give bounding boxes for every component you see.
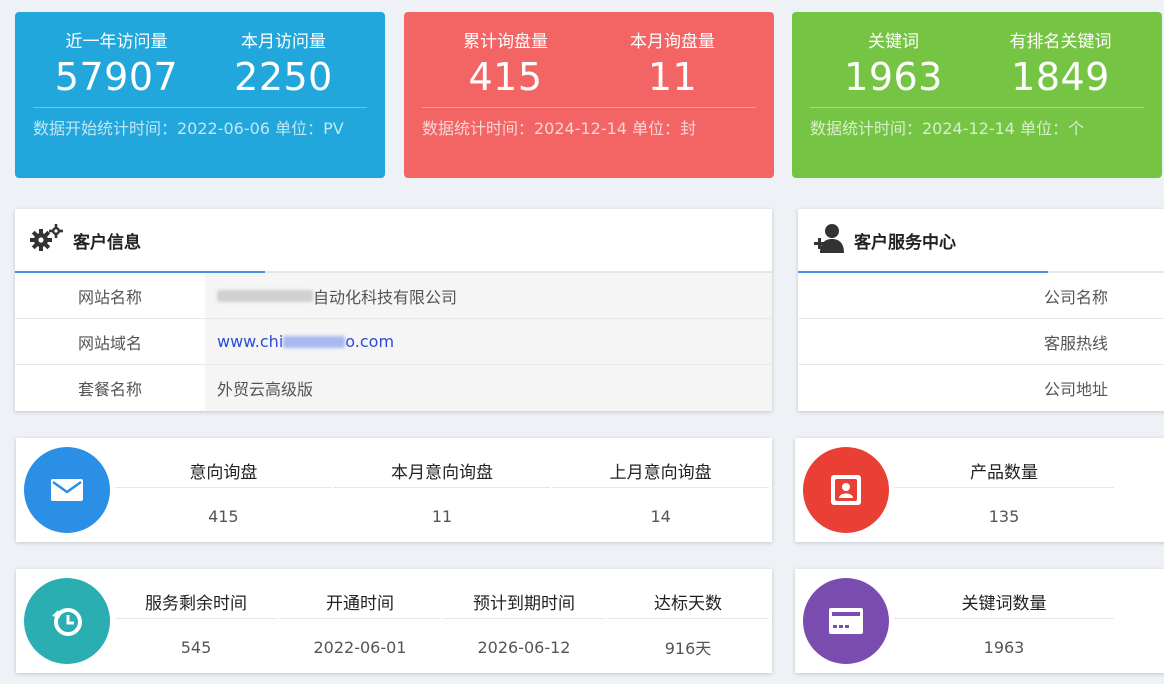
stat-label: 有排名关键词 <box>1009 32 1112 52</box>
stat-month-inquiries: 本月询盘量 11 <box>589 28 756 107</box>
credit-card-icon <box>803 578 889 664</box>
customer-info-panel: 客户信息 网站名称 自动化科技有限公司 网站域名 www.chi o.com 套… <box>15 209 772 411</box>
metric-last-month-intent: 上月意向询盘 14 <box>552 438 770 542</box>
metric-open-date: 开通时间 2022-06-01 <box>279 569 441 673</box>
keyword-metrics-card: 关键词数量 1963 <box>795 569 1164 673</box>
stat-keywords: 关键词 1963 <box>810 28 977 107</box>
svc-key: 公司名称 <box>1043 287 1108 307</box>
metric-value: 11 <box>431 506 453 526</box>
info-key: 网站名称 <box>77 287 142 307</box>
stat-label: 本月访问量 <box>241 32 326 52</box>
stat-month-visits: 本月访问量 2250 <box>200 28 367 107</box>
metric-value: 545 <box>180 637 212 657</box>
stat-label: 关键词 <box>868 32 919 52</box>
stat-card-keywords: 关键词 1963 有排名关键词 1849 数据统计时间：2024-12-14 单… <box>792 12 1162 178</box>
metric-label: 关键词数量 <box>894 569 1114 619</box>
info-value: 自动化科技有限公司 <box>205 273 772 318</box>
metric-label: 服务剩余时间 <box>115 569 277 619</box>
svc-key: 客服热线 <box>1043 333 1108 353</box>
info-value: 外贸云高级版 <box>205 365 772 411</box>
stat-year-visits: 近一年访问量 57907 <box>33 28 200 107</box>
envelope-icon <box>24 447 110 533</box>
metric-qualified-days: 达标天数 916天 <box>607 569 769 673</box>
info-row-package: 套餐名称 外贸云高级版 <box>15 365 772 411</box>
tab-underline <box>15 271 265 273</box>
metric-value: 2022-06-01 <box>313 637 407 657</box>
stat-value: 11 <box>647 55 698 99</box>
stat-card-inquiries: 累计询盘量 415 本月询盘量 11 数据统计时间：2024-12-14 单位：… <box>404 12 774 178</box>
domain-prefix: www.chi <box>217 332 284 351</box>
stat-label: 累计询盘量 <box>463 32 548 52</box>
svc-row-address: 公司地址 <box>798 365 1164 411</box>
stat-value: 415 <box>468 55 543 99</box>
redacted-text <box>217 289 313 302</box>
svc-key: 公司地址 <box>1043 380 1108 399</box>
metric-label: 上月意向询盘 <box>552 438 770 488</box>
stat-label: 本月询盘量 <box>630 32 715 52</box>
svc-row-company: 公司名称 <box>798 273 1164 319</box>
stat-label: 近一年访问量 <box>65 32 168 52</box>
metric-label: 意向询盘 <box>115 438 332 488</box>
info-row-site-name: 网站名称 自动化科技有限公司 <box>15 273 772 319</box>
metric-value: 415 <box>208 506 239 526</box>
add-user-icon <box>812 223 846 257</box>
metric-label: 产品数量 <box>894 438 1114 488</box>
tab-underline <box>798 271 1048 273</box>
svc-row-hotline: 客服热线 <box>798 319 1164 365</box>
stat-value: 2250 <box>234 55 333 99</box>
redacted-text <box>283 335 346 348</box>
product-metrics-card: 产品数量 135 <box>795 438 1164 542</box>
service-center-panel: 客户服务中心 公司名称 客服热线 公司地址 <box>798 209 1164 411</box>
service-metrics-card: 服务剩余时间 545 开通时间 2022-06-01 预计到期时间 2026-0… <box>16 569 772 673</box>
metric-label: 预计到期时间 <box>443 569 605 619</box>
stat-value: 1963 <box>844 55 943 99</box>
metric-keyword-count: 关键词数量 1963 <box>894 569 1114 673</box>
panel-title: 客户服务中心 <box>854 232 956 253</box>
metric-month-intent: 本月意向询盘 11 <box>333 438 551 542</box>
inquiry-metrics-card: 意向询盘 415 本月意向询盘 11 上月意向询盘 14 <box>16 438 772 542</box>
info-row-domain: 网站域名 www.chi o.com <box>15 319 772 365</box>
info-key: 套餐名称 <box>77 380 142 399</box>
stat-note: 数据统计时间：2024-12-14 单位：封 <box>422 119 697 138</box>
stat-card-visits: 近一年访问量 57907 本月访问量 2250 数据开始统计时间：2022-06… <box>15 12 385 178</box>
panel-title: 客户信息 <box>73 232 141 253</box>
stat-value: 57907 <box>54 55 179 99</box>
history-clock-icon <box>24 578 110 664</box>
metric-value: 135 <box>988 506 1020 526</box>
metric-label: 达标天数 <box>607 569 769 619</box>
metric-expire-date: 预计到期时间 2026-06-12 <box>443 569 605 673</box>
service-center-header: 客户服务中心 <box>798 209 1164 273</box>
stat-note: 数据开始统计时间：2022-06-06 单位：PV <box>33 119 344 138</box>
metric-value: 1963 <box>983 637 1025 657</box>
domain-suffix: o.com <box>345 332 395 351</box>
info-key: 网站域名 <box>77 333 142 353</box>
stat-value: 1849 <box>1011 55 1110 99</box>
metric-label: 本月意向询盘 <box>333 438 551 488</box>
stat-note: 数据统计时间：2024-12-14 单位：个 <box>810 119 1085 138</box>
metric-value: 2026-06-12 <box>477 637 571 657</box>
gears-icon <box>29 224 65 256</box>
metric-remaining-time: 服务剩余时间 545 <box>115 569 277 673</box>
metric-value: 916天 <box>664 639 712 658</box>
stat-total-inquiries: 累计询盘量 415 <box>422 28 589 107</box>
contact-card-icon <box>803 447 889 533</box>
stat-ranked-keywords: 有排名关键词 1849 <box>977 28 1144 107</box>
customer-info-header: 客户信息 <box>15 209 772 273</box>
metric-intent-inquiries: 意向询盘 415 <box>115 438 332 542</box>
metric-label: 开通时间 <box>279 569 441 619</box>
domain-link[interactable]: www.chi o.com <box>205 319 772 364</box>
metric-product-count: 产品数量 135 <box>894 438 1114 542</box>
metric-value: 14 <box>650 506 671 526</box>
site-name-text: 自动化科技有限公司 <box>313 287 458 307</box>
